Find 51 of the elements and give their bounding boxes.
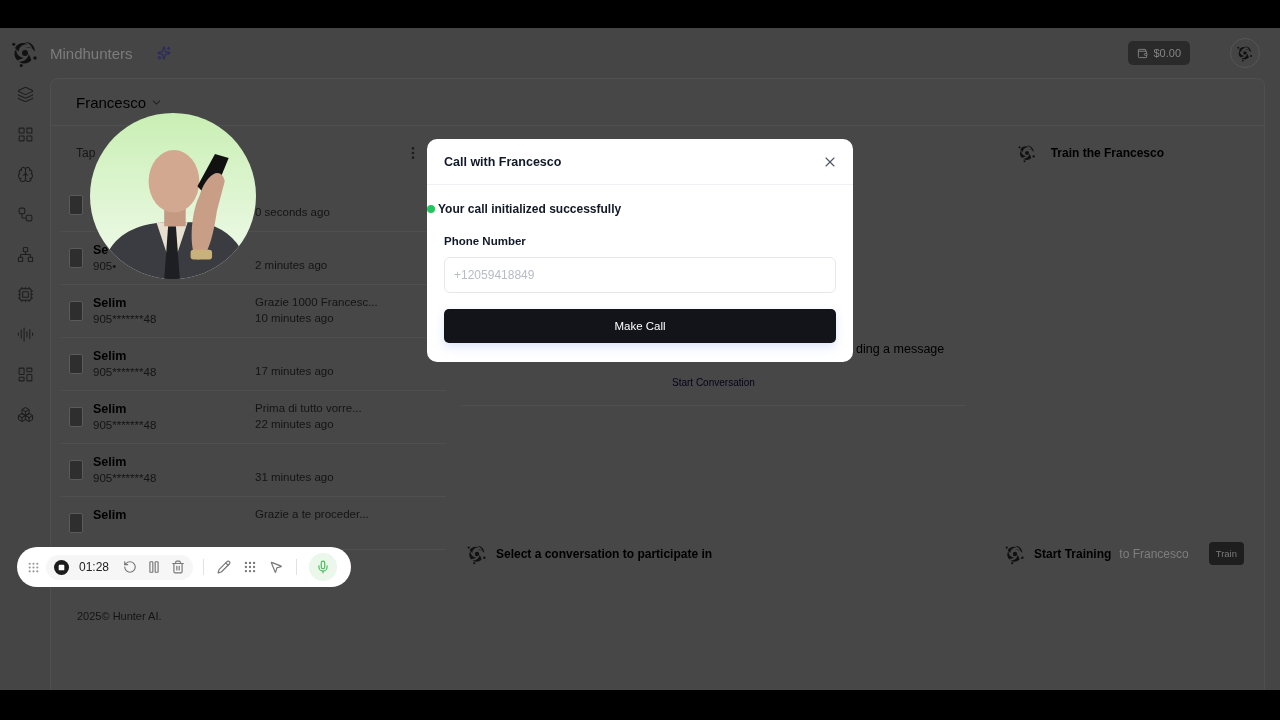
field-label: Phone Number [444,235,527,247]
thumbnail [69,248,83,268]
mic-button[interactable] [309,553,338,581]
mic-icon [316,560,331,574]
empty-message: ding a message [856,342,945,356]
thumbnail [69,460,83,480]
training-title: Start Training [1034,546,1112,561]
restart-icon[interactable] [123,560,138,574]
chip-icon[interactable] [16,286,34,303]
contact-name: Selim [93,507,127,523]
dot-grid-icon [243,560,258,574]
thumbnail [69,301,83,321]
recording-time: 01:28 [79,560,110,574]
wallet-icon [1137,47,1149,59]
logo-icon [1016,143,1037,163]
contact-name: Selim [93,454,127,470]
waveform-icon[interactable] [16,326,34,343]
network-icon[interactable] [16,246,34,263]
thumbnail [69,195,83,215]
dashboard-icon[interactable] [16,366,34,383]
contact-name: Selim [93,295,127,311]
pause-icon[interactable] [147,560,162,574]
sparkle-icon[interactable] [156,46,171,60]
boxes-icon[interactable] [16,406,34,423]
logo-icon [1236,44,1254,62]
contact-name: Selim [93,348,127,364]
thumbnail [69,407,83,427]
drag-handle-icon[interactable] [27,560,40,574]
trash-icon[interactable] [171,560,186,574]
dialog-title: Call with Francesco [444,154,562,169]
thumbnail [69,513,83,533]
cursor-icon [269,560,284,574]
make-call-button[interactable]: Make Call [444,309,836,343]
train-button[interactable]: Train [1208,542,1244,565]
select-prompt: Select a conversation to participate in [496,546,713,561]
balance-button[interactable]: $0.00 [1128,41,1190,65]
workflow-icon[interactable] [16,206,34,223]
status-message: Your call initialized successfully [438,202,622,216]
thumbnail [69,354,83,374]
contact-name: Se [93,242,109,258]
stop-icon[interactable] [54,559,69,575]
agent-name[interactable]: Francesco [76,93,147,111]
start-conversation-link[interactable]: Start Conversation [672,377,755,388]
chat-title: Train the Francesco [1050,146,1164,160]
brain-icon[interactable] [16,166,34,183]
grid-icon[interactable] [16,126,34,143]
phone-field[interactable]: +12059418849 [444,257,836,293]
pencil-icon [217,560,232,574]
contact-name: Selim [93,401,127,417]
layers-icon[interactable] [16,86,34,103]
status-dot [427,205,435,213]
